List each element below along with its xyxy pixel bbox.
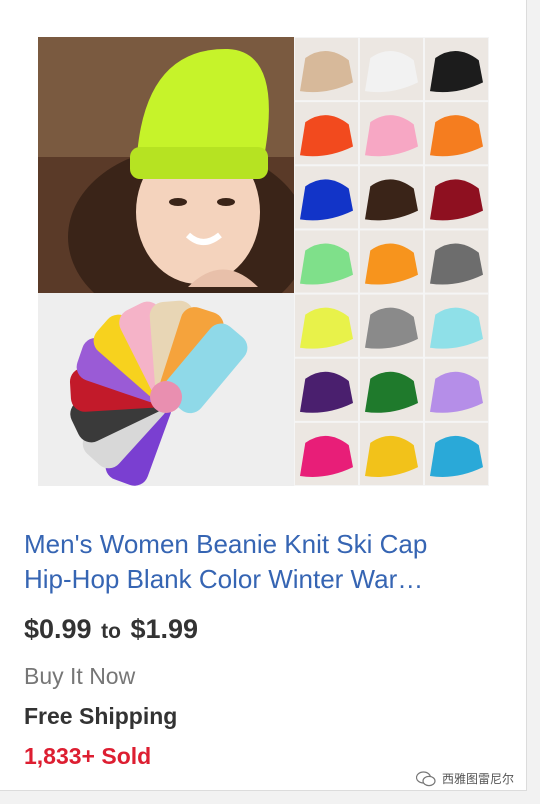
color-swatch	[425, 38, 488, 101]
product-title-link[interactable]: Men's Women Beanie Knit Ski Cap Hip-Hop …	[24, 527, 504, 597]
model-photo	[38, 37, 308, 327]
color-swatch	[360, 38, 423, 101]
color-swatch	[295, 422, 358, 485]
color-swatch	[295, 230, 358, 293]
color-swatch	[360, 166, 423, 229]
color-swatch	[425, 230, 488, 293]
color-swatch	[360, 422, 423, 485]
product-image[interactable]	[38, 37, 489, 486]
color-swatch	[360, 358, 423, 421]
price-separator: to	[101, 620, 121, 643]
product-title-line-2: Hip-Hop Blank Color Winter War…	[24, 564, 424, 594]
color-swatch	[425, 294, 488, 357]
color-swatch	[295, 102, 358, 165]
color-swatch	[295, 294, 358, 357]
beanie-pile-photo	[38, 293, 294, 486]
color-swatch	[425, 358, 488, 421]
price-low: $0.99	[24, 614, 92, 644]
price-range: $0.99 to $1.99	[24, 614, 198, 645]
color-swatch	[360, 230, 423, 293]
color-swatch	[295, 38, 358, 101]
color-swatch-grid	[294, 37, 489, 486]
color-swatch	[295, 358, 358, 421]
product-title-line-1: Men's Women Beanie Knit Ski Cap	[24, 529, 428, 559]
color-swatch	[425, 422, 488, 485]
wechat-icon	[416, 770, 436, 786]
price-high: $1.99	[130, 614, 199, 644]
free-shipping-label: Free Shipping	[24, 703, 178, 729]
color-swatch	[425, 166, 488, 229]
product-card: Men's Women Beanie Knit Ski Cap Hip-Hop …	[0, 0, 527, 791]
color-swatch	[295, 166, 358, 229]
color-swatch	[360, 102, 423, 165]
watermark: 西雅图雷尼尔	[416, 770, 514, 787]
flower-bouquet	[150, 381, 182, 413]
color-swatch	[360, 294, 423, 357]
color-swatch	[425, 102, 488, 165]
buy-it-now-label: Buy It Now	[24, 663, 136, 689]
sold-count: 1,833+ Sold	[24, 743, 152, 769]
watermark-text: 西雅图雷尼尔	[442, 772, 515, 786]
